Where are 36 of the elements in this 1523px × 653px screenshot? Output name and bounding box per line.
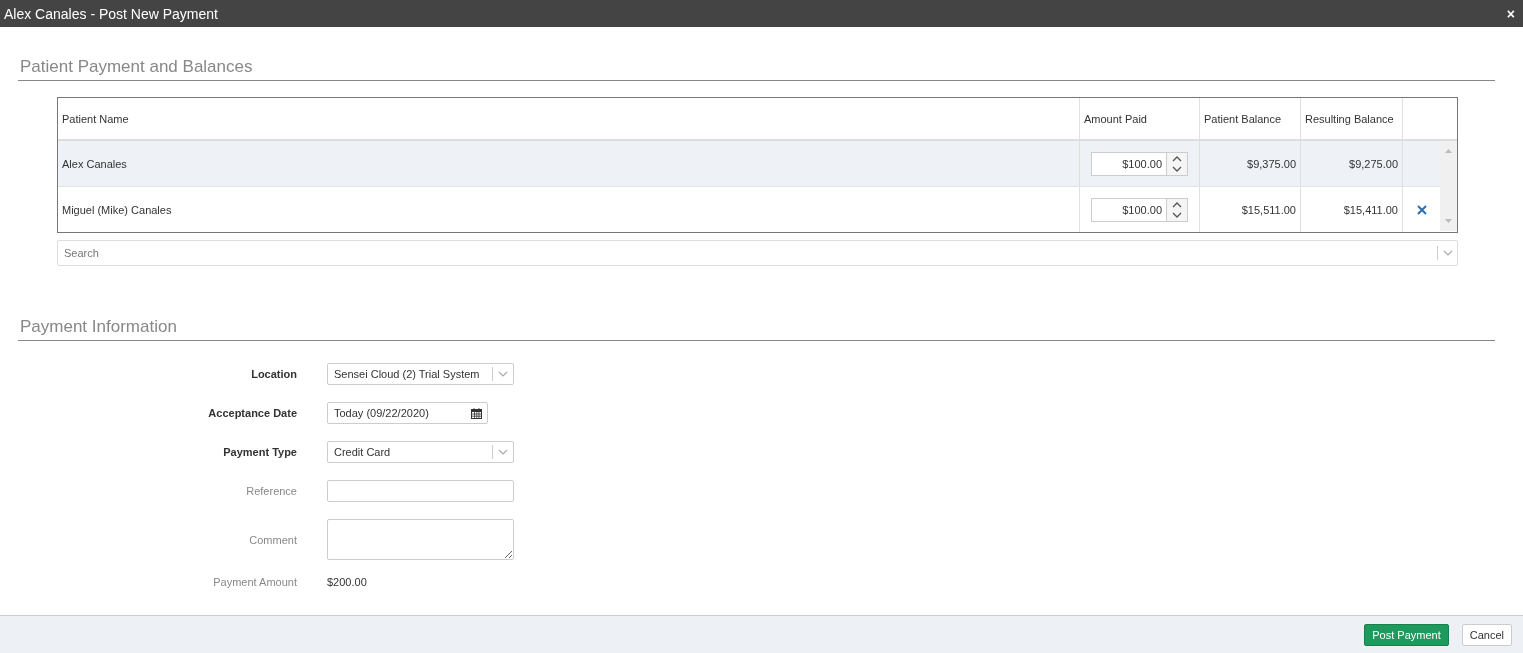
dropdown[interactable]: Credit Card bbox=[327, 441, 514, 463]
input-field[interactable] bbox=[327, 480, 514, 502]
calendar-icon bbox=[471, 407, 482, 419]
column-header: Patient Balance bbox=[1199, 98, 1300, 139]
search-field[interactable]: Search bbox=[57, 240, 1458, 266]
table-cell-text: Miguel (Mike) Canales bbox=[61, 202, 173, 218]
post-payment-button[interactable]: Post Payment bbox=[1364, 623, 1449, 646]
table-cell: $9,375.00 bbox=[1199, 141, 1300, 186]
field-label: Acceptance Date bbox=[207, 407, 298, 419]
table-row[interactable]: Alex Canales $100.00 $9,375.00 $9,275.00 bbox=[58, 141, 1440, 187]
close-button[interactable]: × bbox=[1502, 6, 1519, 21]
table-cell: $15,511.00 bbox=[1199, 187, 1300, 232]
table-cell: $15,411.00 bbox=[1300, 187, 1402, 232]
column-header: Resulting Balance bbox=[1300, 98, 1402, 139]
stepper-arrows-icon bbox=[1166, 198, 1187, 221]
amount-value: $200.00 bbox=[327, 576, 367, 588]
column-header: Patient Name bbox=[61, 111, 130, 127]
section-heading: Payment Information bbox=[18, 266, 1495, 341]
amount-spinner[interactable]: $100.00 bbox=[1091, 197, 1188, 222]
close-icon[interactable] bbox=[1416, 204, 1427, 215]
cancel-button[interactable]: Cancel bbox=[1461, 623, 1512, 646]
dropdown[interactable]: Sensei Cloud (2) Trial System bbox=[327, 363, 514, 385]
field-label: Reference bbox=[245, 485, 298, 497]
field-label: Payment Amount bbox=[212, 576, 298, 588]
stepper-arrows-icon bbox=[1166, 152, 1187, 175]
column-header: Amount Paid bbox=[1079, 98, 1199, 139]
window-title: Alex Canales - Post New Payment bbox=[4, 5, 218, 22]
field-label: Location bbox=[250, 368, 298, 380]
table-cell-text: Alex Canales bbox=[61, 156, 128, 172]
section-heading: Patient Payment and Balances bbox=[18, 27, 1495, 81]
table-cell: $9,275.00 bbox=[1300, 141, 1402, 186]
text-area[interactable] bbox=[327, 519, 514, 560]
field-label: Payment Type bbox=[222, 446, 298, 458]
field-label: Comment bbox=[248, 533, 298, 546]
amount-spinner[interactable]: $100.00 bbox=[1091, 151, 1188, 176]
date-field[interactable]: Today (09/22/2020) bbox=[327, 402, 488, 424]
